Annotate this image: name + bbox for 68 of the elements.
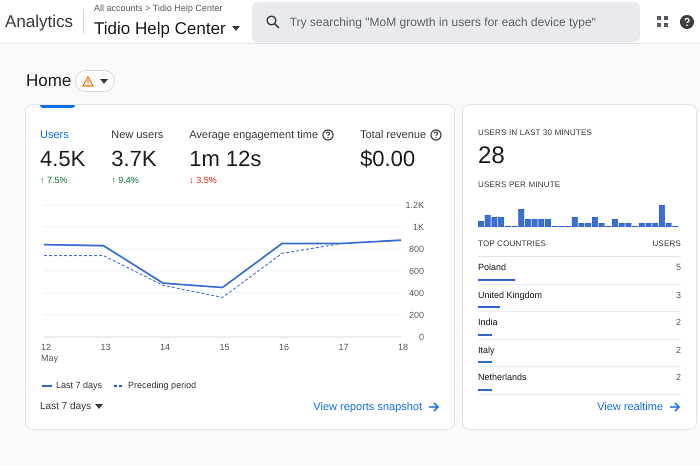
axis-label: 800 <box>408 244 424 254</box>
axis-label: 13 <box>100 342 111 352</box>
axis-label: 400 <box>408 288 424 298</box>
metric-label: Average engagement time <box>189 128 318 143</box>
card-title: USERS IN LAST 30 MINUTES <box>478 127 594 139</box>
user-count-cell-text: 2 <box>676 316 681 329</box>
axis-label: 200 <box>408 310 424 320</box>
date-range-dropdown[interactable]: Last 7 days <box>40 399 104 414</box>
country-name: United Kingdom <box>478 288 542 302</box>
axis-label: 600 <box>408 266 424 276</box>
axis-label: 18 <box>398 342 408 352</box>
column-header: TOP COUNTRIES <box>478 238 546 250</box>
metric-tab[interactable]: Average engagement time 1m 12s ↓ 3.5% <box>189 105 334 187</box>
view-realtime-link[interactable]: View realtime <box>597 398 681 415</box>
metric-value: $0.00 <box>360 144 416 172</box>
axis-label: 17 <box>338 342 349 352</box>
axis-label: 1K <box>412 222 424 232</box>
country-name: Netherlands <box>478 371 527 384</box>
metric-label: Users <box>40 128 69 143</box>
user-count-cell-text: 2 <box>676 344 681 356</box>
axis-label: 12 May <box>41 342 58 363</box>
help-icon[interactable] <box>680 14 694 28</box>
axis-label: 0 <box>418 332 424 342</box>
apps-grid-icon[interactable] <box>657 16 668 27</box>
metric-change: ↑ 9.4% <box>111 174 140 186</box>
product-name: Analytics <box>0 8 84 34</box>
country-name: Italy <box>478 344 495 357</box>
axis-label: 16 <box>279 342 290 352</box>
caret-icon <box>232 26 240 31</box>
legend-label: Last 7 days <box>56 379 102 392</box>
user-count-cell-text: 3 <box>676 288 681 302</box>
country-name: India <box>478 316 498 329</box>
search-icon <box>266 14 280 28</box>
user-count: 28 <box>478 141 506 171</box>
search-field[interactable]: Try searching "MoM growth in users for each device type" <box>252 2 640 42</box>
warning-dropdown[interactable] <box>75 70 116 92</box>
breadcrumb[interactable]: All accounts > Tidio Help Center <box>94 2 240 16</box>
metric-value: 3.7K <box>111 144 158 172</box>
axis-label: 1.2K <box>405 200 424 210</box>
axis-label: 14 <box>160 342 170 352</box>
metric-change: ↓ 3.5% <box>189 174 218 186</box>
metric-tab[interactable]: Users 4.5K ↑ 7.5% <box>40 105 86 187</box>
arrow-right-icon <box>428 402 440 412</box>
dashed-line-icon <box>114 384 124 388</box>
caret-icon <box>100 78 108 84</box>
metric-change: ↑ 7.5% <box>40 174 69 186</box>
section-title: USERS PER MINUTE <box>478 179 562 191</box>
property-selector[interactable]: Tidio Help Center <box>94 16 240 41</box>
help-icon[interactable] <box>322 129 334 142</box>
caret-icon <box>95 404 104 410</box>
metric-label: New users <box>111 128 164 143</box>
country-name: Poland <box>478 261 506 274</box>
metric-value: 1m 12s <box>189 144 262 172</box>
user-count-cell-text: 5 <box>676 261 681 274</box>
column-header: USERS <box>652 238 681 250</box>
metric-label: Total revenue <box>360 128 426 143</box>
warning-icon <box>82 76 94 86</box>
metric-tab[interactable]: New users 3.7K ↑ 9.4% <box>111 105 164 187</box>
metric-tab[interactable]: Total revenue $0.00 <box>360 105 442 187</box>
user-count-cell-text: 2 <box>676 371 681 384</box>
metric-value: 4.5K <box>40 144 86 172</box>
view-reports-link[interactable]: View reports snapshot <box>313 398 440 415</box>
help-icon[interactable] <box>430 129 442 142</box>
legend-label: Preceding period <box>128 379 196 392</box>
solid-line-icon <box>42 384 52 388</box>
page-title: Home <box>26 70 72 92</box>
axis-label: 15 <box>220 342 230 352</box>
arrow-right-icon <box>669 402 681 412</box>
